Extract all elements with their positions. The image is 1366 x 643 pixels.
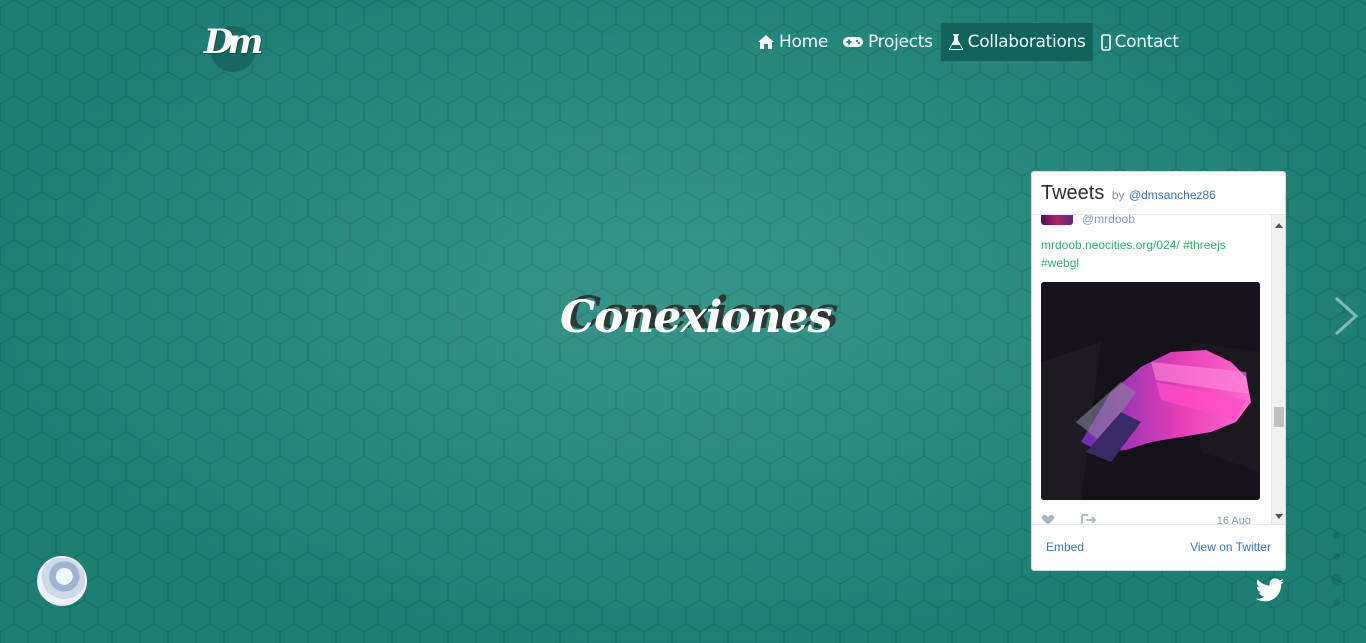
site-logo[interactable]: Dm: [204, 22, 264, 72]
page-title: Conexiones: [560, 292, 832, 343]
tweets-widget: Tweets by @dmsanchez86 @mrdoob mrdoob.ne…: [1031, 171, 1286, 571]
chevron-right-icon[interactable]: [1330, 294, 1362, 338]
nav-home-label: Home: [779, 32, 829, 52]
section-pager: [1330, 532, 1342, 620]
nav-contact-label: Contact: [1114, 32, 1179, 52]
widget-by: by: [1111, 188, 1125, 202]
scroll-up-icon[interactable]: [1275, 223, 1283, 228]
pager-dot[interactable]: [1332, 553, 1340, 560]
nav-home[interactable]: Home: [750, 22, 835, 62]
widget-title: Tweets: [1041, 182, 1105, 204]
widget-handle-link[interactable]: @dmsanchez86: [1129, 188, 1216, 202]
pager-dot[interactable]: [1332, 599, 1340, 606]
nav-collaborations-label: Collaborations: [967, 32, 1086, 52]
nav-collaborations[interactable]: Collaborations: [939, 22, 1094, 62]
mobile-icon: [1100, 33, 1111, 51]
scroll-down-icon[interactable]: [1275, 514, 1283, 519]
embed-link[interactable]: Embed: [1046, 540, 1084, 554]
twitter-icon[interactable]: [1255, 578, 1285, 604]
tweet-link[interactable]: mrdoob.neocities.org/024/ #threejs #webg…: [1041, 236, 1261, 272]
widget-header: Tweets by @dmsanchez86: [1032, 172, 1285, 215]
pager-dot[interactable]: [1332, 532, 1340, 539]
pager-dot-active[interactable]: [1330, 574, 1342, 585]
flask-icon: [948, 34, 963, 50]
home-icon: [758, 35, 774, 49]
view-on-twitter-link[interactable]: View on Twitter: [1190, 540, 1271, 554]
scrollbar-thumb[interactable]: [1274, 407, 1284, 427]
tweet-timeline[interactable]: @mrdoob mrdoob.neocities.org/024/ #three…: [1032, 215, 1270, 525]
nav-projects-label: Projects: [868, 32, 933, 52]
gamepad-icon: [843, 37, 864, 47]
main-nav: Home Projects Collaborations Contact: [750, 22, 1186, 62]
profile-avatar[interactable]: [37, 556, 87, 606]
widget-scrollbar[interactable]: [1271, 215, 1285, 525]
logo-text: Dm: [204, 22, 264, 62]
nav-contact[interactable]: Contact: [1094, 22, 1186, 62]
tweet-author-handle[interactable]: @mrdoob: [1082, 215, 1135, 226]
tweet-author-avatar[interactable]: [1041, 215, 1073, 225]
nav-projects[interactable]: Projects: [835, 22, 940, 62]
tweet-media-image[interactable]: [1041, 282, 1260, 500]
widget-footer: Embed View on Twitter: [1032, 524, 1285, 570]
